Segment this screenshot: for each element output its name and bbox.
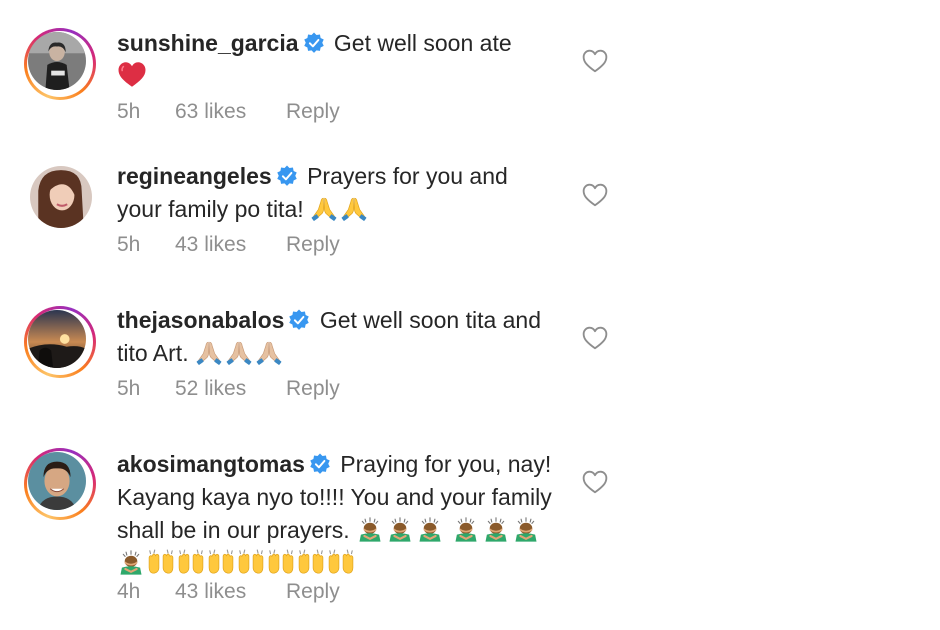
verified-badge-icon — [276, 165, 298, 187]
avatar-story-ring[interactable] — [24, 448, 96, 520]
comment-text-block: thejasonabalos Get well soon tita and ti… — [117, 304, 557, 370]
folded-hands-icon — [195, 339, 223, 365]
username-link[interactable]: thejasonabalos — [117, 307, 284, 333]
comment-meta: 4h 43 likes Reply — [117, 580, 340, 604]
username-link[interactable]: regineangeles — [117, 163, 272, 189]
comment-meta: 5h 43 likes Reply — [117, 233, 340, 257]
comment-text-block: regineangeles Prayers for you and your f… — [117, 160, 557, 226]
timestamp: 4h — [117, 580, 141, 603]
person-bowing-icon — [356, 516, 384, 542]
raising-hands-icon — [297, 549, 325, 575]
likes-count[interactable]: 43 likes — [175, 233, 286, 257]
red-heart-icon — [117, 61, 147, 88]
comment-text-block: akosimangtomas Praying for you, nay! Kay… — [117, 448, 557, 580]
person-bowing-icon — [482, 516, 510, 542]
avatar — [28, 452, 86, 510]
heart-outline-icon[interactable] — [582, 470, 608, 494]
reply-button[interactable]: Reply — [286, 377, 340, 401]
likes-count[interactable]: 43 likes — [175, 580, 286, 604]
heart-outline-icon[interactable] — [582, 49, 608, 73]
folded-hands-icon — [310, 195, 338, 221]
verified-badge-icon — [288, 309, 310, 331]
raising-hands-icon — [237, 549, 265, 575]
person-bowing-icon — [386, 516, 414, 542]
folded-hands-icon — [340, 195, 368, 221]
avatar-story-ring[interactable] — [24, 28, 96, 100]
person-bowing-icon — [117, 549, 145, 575]
raising-hands-icon — [147, 549, 175, 575]
avatar — [28, 310, 86, 368]
comment-text: Get well soon ate — [333, 30, 512, 56]
verified-badge-icon — [309, 453, 331, 475]
avatar[interactable] — [30, 166, 92, 228]
likes-count[interactable]: 52 likes — [175, 377, 286, 401]
comment-meta: 5h 52 likes Reply — [117, 377, 340, 401]
heart-outline-icon[interactable] — [582, 326, 608, 350]
timestamp: 5h — [117, 100, 141, 123]
reply-button[interactable]: Reply — [286, 100, 340, 124]
folded-hands-icon — [225, 339, 253, 365]
verified-badge-icon — [303, 32, 325, 54]
username-link[interactable]: akosimangtomas — [117, 451, 305, 477]
folded-hands-icon — [255, 339, 283, 365]
raising-hands-icon — [327, 549, 355, 575]
likes-count[interactable]: 63 likes — [175, 100, 286, 124]
person-bowing-icon — [512, 516, 540, 542]
timestamp: 5h — [117, 233, 141, 256]
person-bowing-icon — [452, 516, 480, 542]
reply-button[interactable]: Reply — [286, 233, 340, 257]
avatar — [28, 32, 86, 90]
raising-hands-icon — [267, 549, 295, 575]
heart-outline-icon[interactable] — [582, 183, 608, 207]
raising-hands-icon — [207, 549, 235, 575]
avatar-story-ring[interactable] — [24, 306, 96, 378]
timestamp: 5h — [117, 377, 141, 400]
raising-hands-icon — [177, 549, 205, 575]
comment-text-block: sunshine_garcia Get well soon ate — [117, 27, 557, 93]
comment-meta: 5h 63 likes Reply — [117, 100, 340, 124]
person-bowing-icon — [416, 516, 444, 542]
username-link[interactable]: sunshine_garcia — [117, 30, 299, 56]
reply-button[interactable]: Reply — [286, 580, 340, 604]
